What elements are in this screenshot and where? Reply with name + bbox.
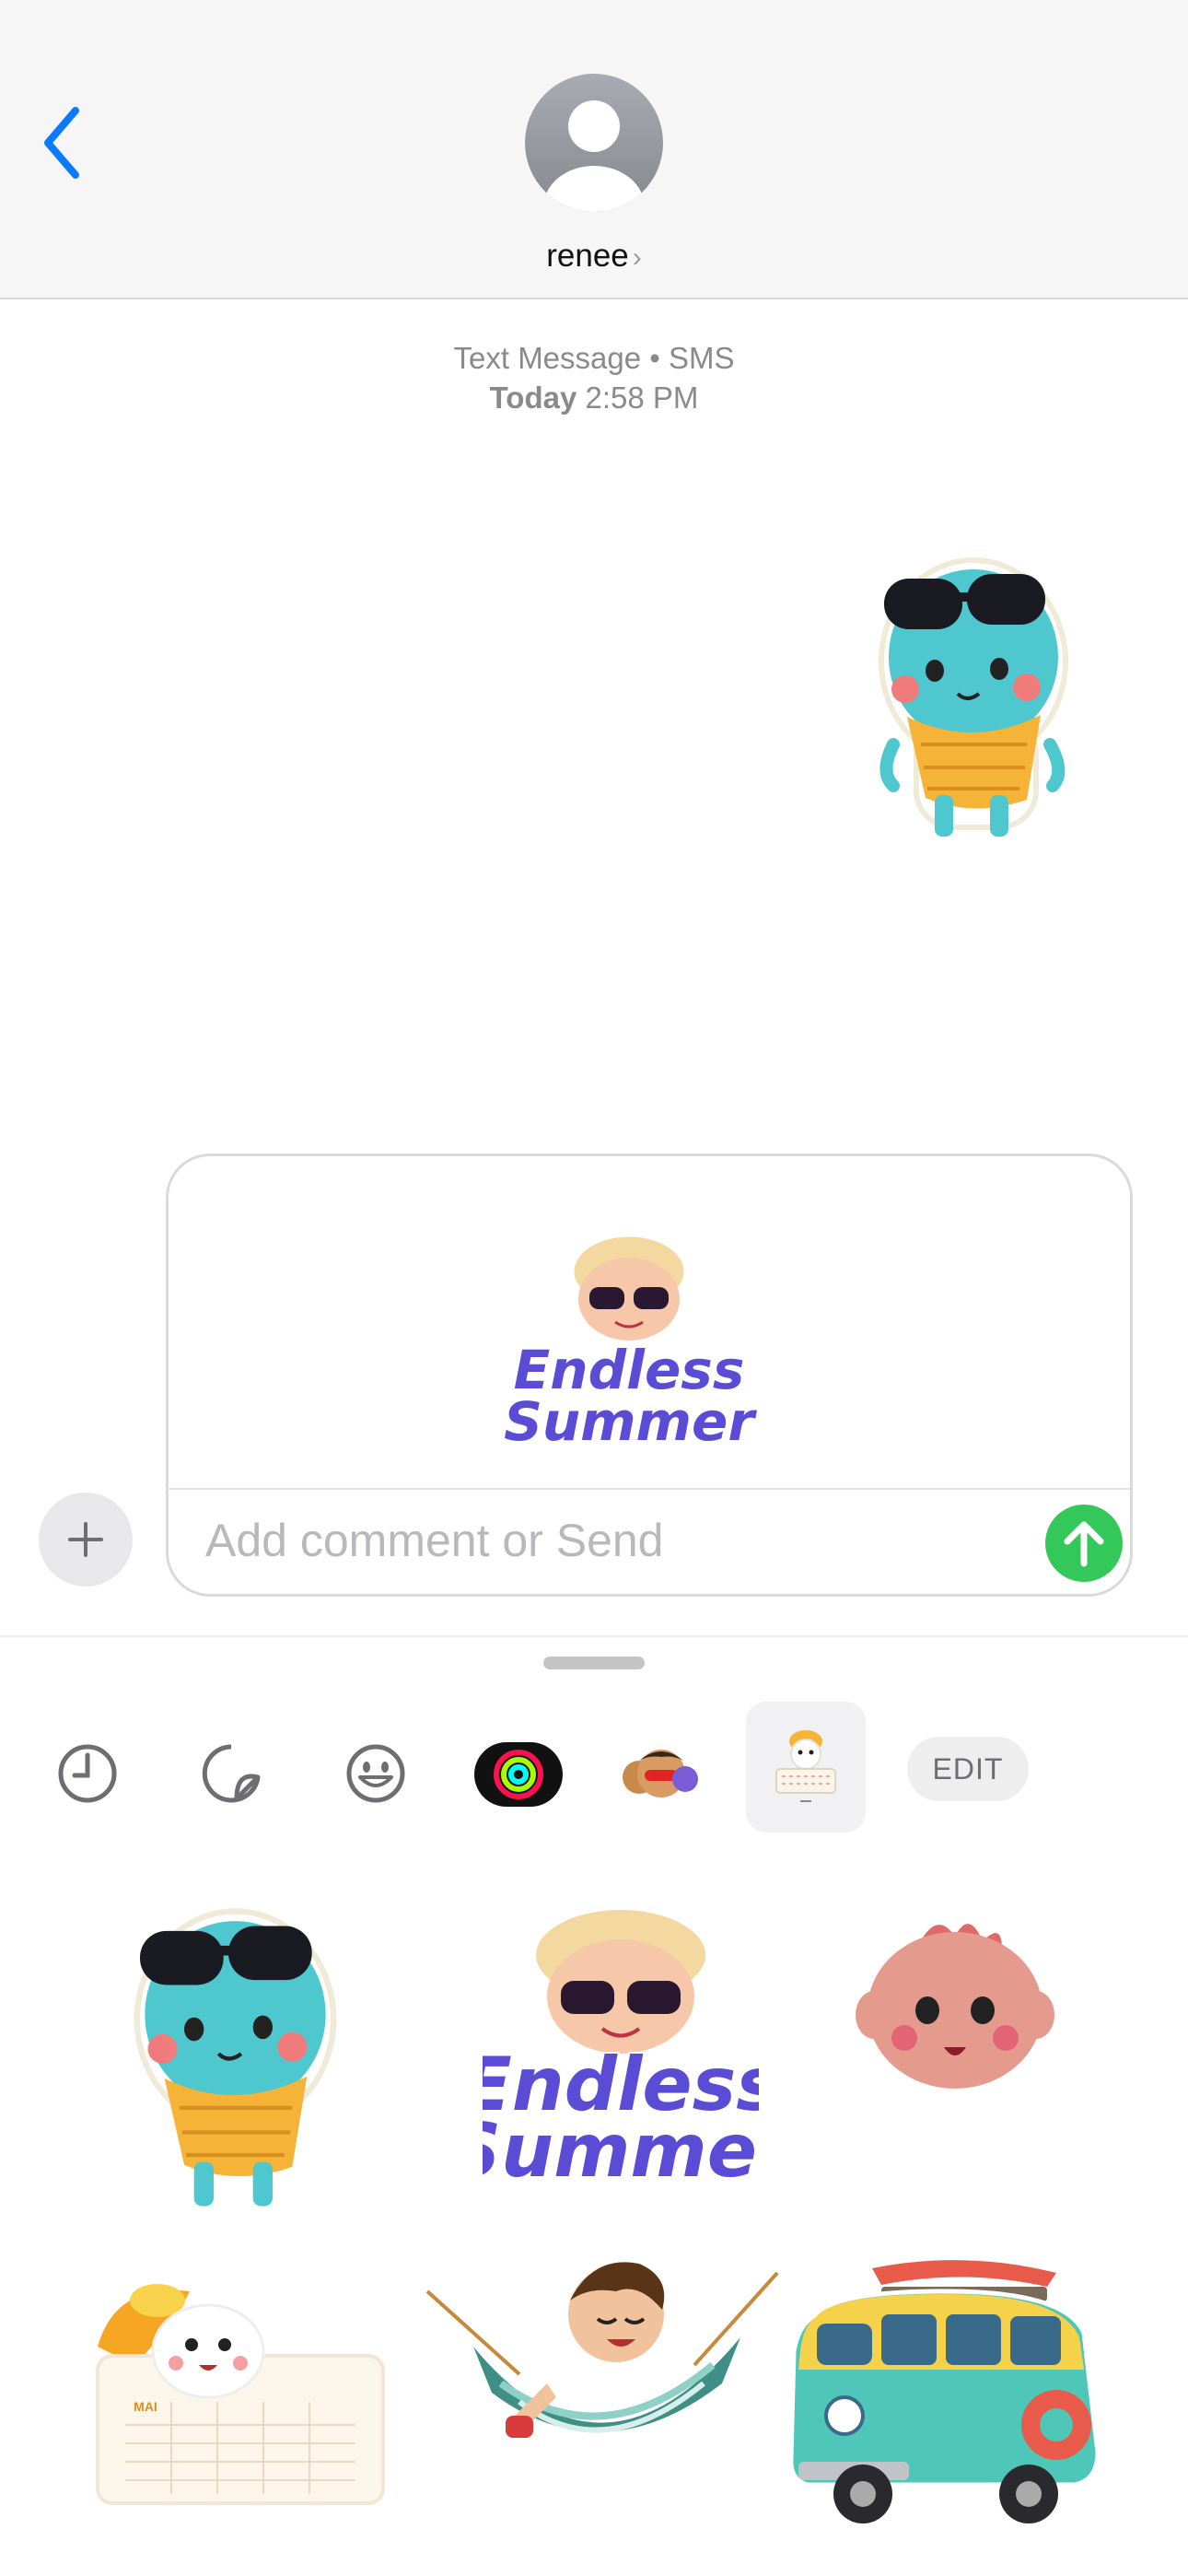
tab-activity[interactable] bbox=[459, 1729, 578, 1849]
tab-stickers[interactable] bbox=[171, 1729, 291, 1849]
drawer-grabber[interactable] bbox=[543, 1657, 645, 1669]
peel-sticker-icon bbox=[202, 1744, 261, 1803]
service-label: Text Message • SMS bbox=[453, 341, 735, 375]
cool-blue-character-sticker bbox=[134, 1908, 337, 2207]
sticker-pack-icon bbox=[775, 1730, 836, 1802]
compose-field[interactable]: Endless Summer Add comment or Send bbox=[166, 1153, 1133, 1597]
sticker-item[interactable] bbox=[423, 2231, 779, 2576]
timestamp-day: Today bbox=[489, 381, 577, 415]
smiley-icon bbox=[346, 1744, 405, 1803]
endless-summer-sticker: Endless Summer bbox=[503, 1232, 759, 1455]
contact-name[interactable]: renee › bbox=[0, 238, 1188, 275]
preview-sticker-line2: Summer bbox=[504, 1390, 757, 1453]
compose-divider bbox=[169, 1488, 1130, 1490]
comment-input[interactable]: Add comment or Send bbox=[205, 1514, 988, 1571]
clock-icon bbox=[58, 1744, 117, 1803]
sticker-item[interactable] bbox=[70, 1881, 423, 2227]
tab-memoji[interactable] bbox=[600, 1729, 720, 1849]
message-timestamp: Today 2:58 PM bbox=[0, 381, 1188, 416]
sticker-preview[interactable]: Endless Summer bbox=[169, 1156, 1130, 1488]
apps-plus-button[interactable] bbox=[39, 1493, 133, 1587]
conversation-header: renee › bbox=[0, 0, 1188, 299]
contact-avatar[interactable] bbox=[525, 69, 663, 221]
chevron-right-icon: › bbox=[632, 242, 642, 273]
chevron-left-icon bbox=[44, 107, 79, 179]
sticker-item[interactable] bbox=[775, 1881, 1128, 2227]
activity-rings-icon bbox=[474, 1742, 563, 1807]
hammock-boy-sticker bbox=[425, 2262, 779, 2438]
sticker-text-line2: Summer bbox=[483, 2108, 759, 2194]
endless-summer-sticker: Endless Summer bbox=[483, 1904, 759, 2195]
back-button[interactable] bbox=[37, 101, 92, 184]
send-button[interactable] bbox=[1045, 1505, 1123, 1582]
sticker-item[interactable] bbox=[775, 2231, 1128, 2576]
cool-blue-character-sticker bbox=[879, 557, 1068, 837]
plus-icon bbox=[68, 1522, 103, 1557]
summer-calendar-sticker: MAI bbox=[96, 2284, 385, 2505]
tab-emoji[interactable] bbox=[316, 1729, 436, 1849]
tab-recents[interactable] bbox=[28, 1729, 147, 1849]
sticker-drawer: EDIT ndles umme MAI bbox=[0, 1635, 1188, 2576]
contact-name-text: renee bbox=[546, 238, 629, 274]
calendar-month-label: MAI bbox=[134, 2399, 157, 2414]
edit-button[interactable]: EDIT bbox=[907, 1737, 1029, 1801]
memoji-icon bbox=[623, 1750, 698, 1797]
sticker-item[interactable]: MAI bbox=[70, 2231, 423, 2576]
sent-sticker-message[interactable] bbox=[870, 551, 1077, 846]
arrow-up-icon bbox=[1064, 1521, 1104, 1567]
sticker-item[interactable]: Endless Summer bbox=[423, 1881, 775, 2227]
person-avatar-icon bbox=[525, 74, 663, 212]
pink-baby-face-sticker bbox=[856, 1924, 1054, 2089]
surf-van-sticker bbox=[788, 2260, 1101, 2523]
sticker-grid: Endless Summer bbox=[70, 1881, 1129, 2576]
timestamp-time: 2:58 PM bbox=[585, 381, 699, 415]
tab-sticker-app[interactable] bbox=[746, 1702, 866, 1832]
